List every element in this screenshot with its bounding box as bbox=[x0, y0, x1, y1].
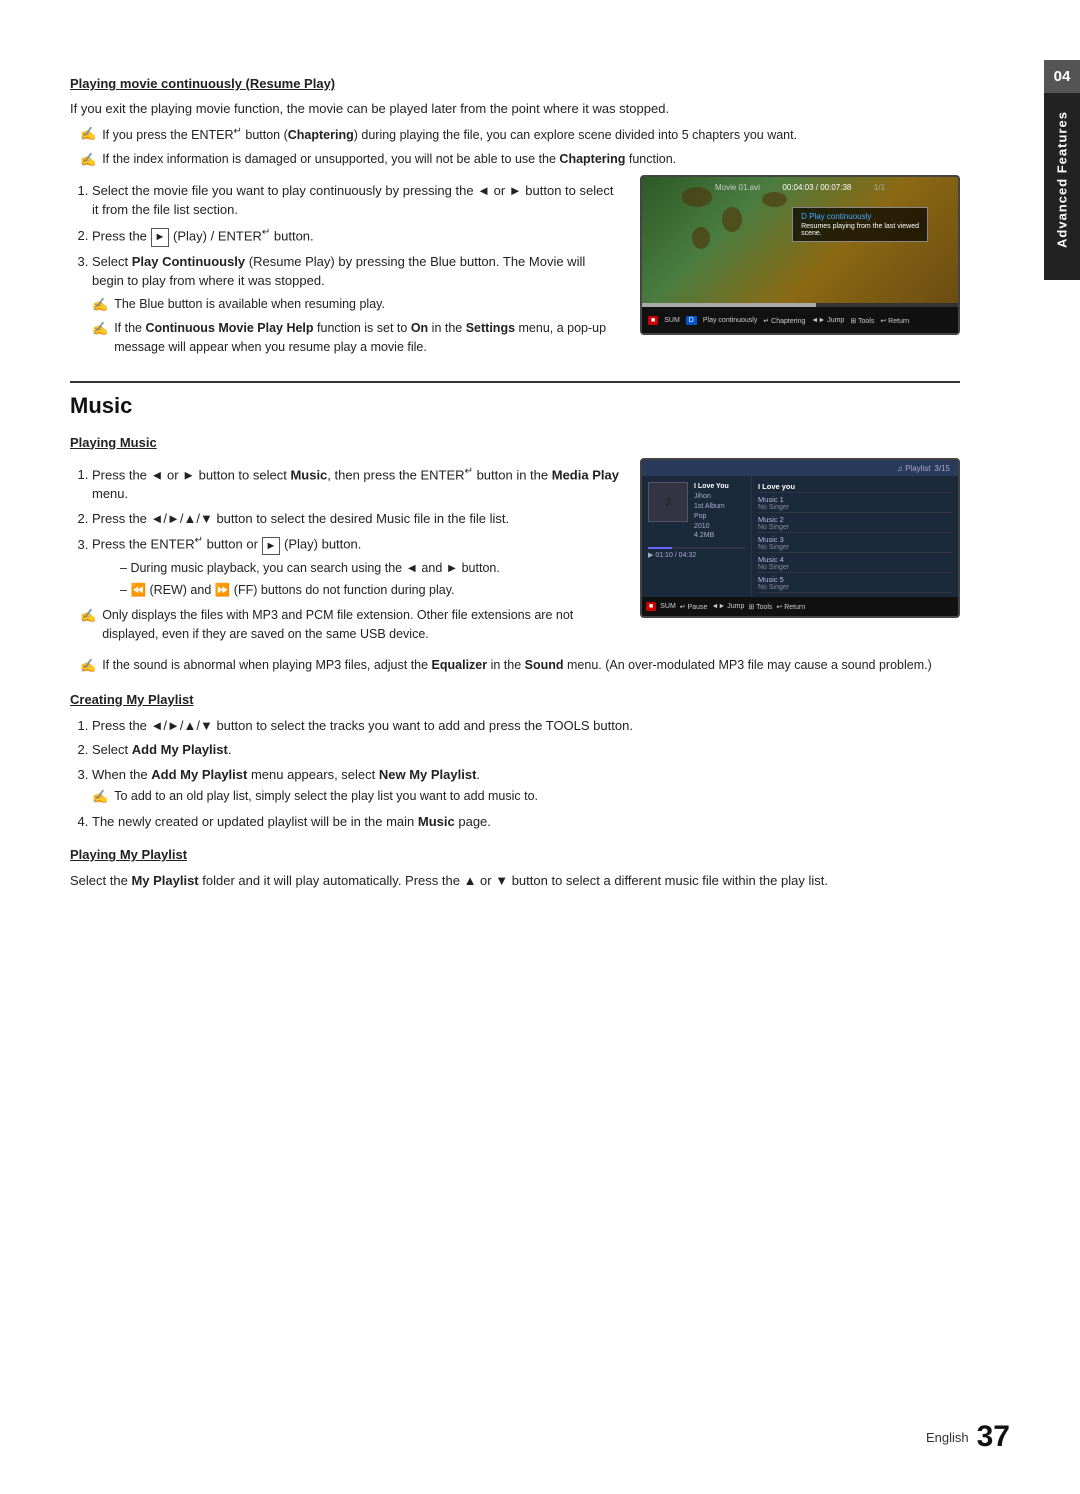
music-divider bbox=[70, 381, 960, 383]
music-screen-header: ♫ Playlist 3/15 bbox=[642, 460, 958, 477]
movie-overlay-popup: D Play continuously Resumes playing from… bbox=[792, 207, 928, 242]
music-progress-bar-fill bbox=[648, 547, 672, 549]
music-track-info: I Love You Jihon 1st Album Pop 2010 4.2M… bbox=[694, 482, 729, 541]
music-note1: ✍ Only displays the files with MP3 and P… bbox=[80, 606, 620, 644]
playing-music-twocol: Press the ◄ or ► button to select Music,… bbox=[70, 458, 960, 649]
resume-note2: ✍ If the index information is damaged or… bbox=[80, 150, 960, 170]
music-track-4: Music 4 No Singer bbox=[758, 553, 952, 573]
music-dash-2: ⏪ (REW) and ⏩ (FF) buttons do not functi… bbox=[120, 581, 620, 600]
create-step-1: Press the ◄/►/▲/▼ button to select the t… bbox=[92, 716, 960, 736]
footer-english-text: English bbox=[926, 1430, 969, 1445]
playing-playlist-text: Select the My Playlist folder and it wil… bbox=[70, 871, 960, 891]
movie-visual: Movie 01.avi 00:04:03 / 00:07:38 1/1 D P… bbox=[642, 177, 958, 307]
music-progress-time: ▶ 01:10 / 04:32 bbox=[648, 547, 745, 559]
music-step-3: Press the ENTER↵ button or ► (Play) butt… bbox=[92, 533, 620, 599]
music-screenshot: ♫ Playlist 3/15 ♪ I Love You Jihon bbox=[640, 458, 960, 618]
decor-spot-2 bbox=[722, 207, 742, 232]
movie-screen-box: Movie 01.avi 00:04:03 / 00:07:38 1/1 D P… bbox=[640, 175, 960, 335]
creating-playlist-heading: Creating My Playlist bbox=[70, 690, 960, 710]
note-icon-1: ✍ bbox=[80, 124, 96, 144]
music-toolbar: ■ SUM ↵ Pause ◄► Jump ⊞ Tools ↩ Return bbox=[642, 597, 958, 615]
playing-playlist-section: Playing My Playlist Select the My Playli… bbox=[70, 845, 960, 890]
note-icon-2: ✍ bbox=[80, 150, 96, 170]
toolbar-sum-btn: ■ bbox=[648, 316, 658, 325]
playing-music-steps: Press the ◄ or ► button to select Music,… bbox=[70, 464, 620, 600]
music-track-1: Music 1 No Singer bbox=[758, 493, 952, 513]
decor-spot-3 bbox=[762, 192, 787, 207]
music-left-panel: ♪ I Love You Jihon 1st Album Pop 2010 4.… bbox=[642, 476, 752, 597]
resume-play-section: Playing movie continuously (Resume Play)… bbox=[70, 74, 960, 363]
overlay-line2: Resumes playing from the last viewed bbox=[801, 223, 919, 230]
movie-screenshot: Movie 01.avi 00:04:03 / 00:07:38 1/1 D P… bbox=[640, 175, 960, 335]
playing-music-heading: Playing Music bbox=[70, 433, 960, 453]
overlay-line3: scene. bbox=[801, 230, 919, 237]
resume-step-2: Press the ► (Play) / ENTER↵ button. bbox=[92, 225, 620, 247]
movie-progress-bg bbox=[642, 303, 958, 307]
resume-play-text: Select the movie file you want to play c… bbox=[70, 175, 620, 363]
music-track-5: Music 5 No Singer bbox=[758, 573, 952, 593]
page-container: Playing movie continuously (Resume Play)… bbox=[0, 0, 1080, 1494]
decor-spot-4 bbox=[692, 227, 710, 249]
create-step-3: When the Add My Playlist menu appears, s… bbox=[92, 765, 960, 807]
resume-subnote1: ✍ The Blue button is available when resu… bbox=[92, 295, 620, 315]
create-step-4: The newly created or updated playlist wi… bbox=[92, 812, 960, 832]
music-progress-bar-bg bbox=[648, 547, 745, 549]
music-album-area: ♪ I Love You Jihon 1st Album Pop 2010 4.… bbox=[648, 482, 745, 541]
resume-subnote2: ✍ If the Continuous Movie Play Help func… bbox=[92, 319, 620, 357]
resume-step-1: Select the movie file you want to play c… bbox=[92, 181, 620, 220]
main-content: Playing movie continuously (Resume Play)… bbox=[70, 74, 1010, 891]
resume-play-twocol: Select the movie file you want to play c… bbox=[70, 175, 960, 363]
music-screen-body: ♪ I Love You Jihon 1st Album Pop 2010 4.… bbox=[642, 476, 958, 597]
music-dash-list: During music playback, you can search us… bbox=[92, 559, 620, 600]
music-step-2: Press the ◄/►/▲/▼ button to select the d… bbox=[92, 509, 620, 529]
create-step-2: Select Add My Playlist. bbox=[92, 740, 960, 760]
music-track-0: I Love you bbox=[758, 480, 952, 493]
side-tab-number: 04 bbox=[1044, 60, 1080, 93]
resume-step-3: Select Play Continuously (Resume Play) b… bbox=[92, 252, 620, 357]
toolbar-d-btn: D bbox=[686, 316, 697, 325]
playing-playlist-heading: Playing My Playlist bbox=[70, 845, 960, 865]
music-track-3: Music 3 No Singer bbox=[758, 533, 952, 553]
footer: English 37 bbox=[926, 1420, 1010, 1454]
music-right-panel: I Love you Music 1 No Singer Music 2 No … bbox=[752, 476, 958, 597]
overlay-line1: D Play continuously bbox=[801, 212, 919, 221]
resume-steps-list: Select the movie file you want to play c… bbox=[70, 181, 620, 357]
resume-note1: ✍ If you press the ENTER↵ button (Chapte… bbox=[80, 124, 960, 145]
create-note: ✍ To add to an old play list, simply sel… bbox=[92, 787, 960, 807]
movie-toolbar: ■ SUM D Play continuously ↵ Chaptering ◄… bbox=[642, 307, 958, 335]
footer-page-number: 37 bbox=[977, 1420, 1010, 1454]
playing-music-section: Playing Music Press the ◄ or ► button to… bbox=[70, 433, 960, 676]
resume-play-heading: Playing movie continuously (Resume Play) bbox=[70, 74, 960, 94]
playing-music-text: Press the ◄ or ► button to select Music,… bbox=[70, 458, 620, 649]
music-dash-1: During music playback, you can search us… bbox=[120, 559, 620, 578]
creating-playlist-steps: Press the ◄/►/▲/▼ button to select the t… bbox=[70, 716, 960, 832]
music-section-title: Music bbox=[70, 393, 960, 419]
creating-playlist-section: Creating My Playlist Press the ◄/►/▲/▼ b… bbox=[70, 690, 960, 832]
music-step-1: Press the ◄ or ► button to select Music,… bbox=[92, 464, 620, 504]
music-screen-box: ♫ Playlist 3/15 ♪ I Love You Jihon bbox=[640, 458, 960, 618]
movie-timebar: Movie 01.avi 00:04:03 / 00:07:38 1/1 bbox=[642, 182, 958, 192]
music-album-art: ♪ bbox=[648, 482, 688, 522]
movie-progress-fill bbox=[642, 303, 816, 307]
side-tab-label: Advanced Features bbox=[1044, 80, 1080, 280]
music-note2: ✍ If the sound is abnormal when playing … bbox=[80, 656, 960, 676]
music-track-2: Music 2 No Singer bbox=[758, 513, 952, 533]
resume-play-intro: If you exit the playing movie function, … bbox=[70, 99, 960, 119]
